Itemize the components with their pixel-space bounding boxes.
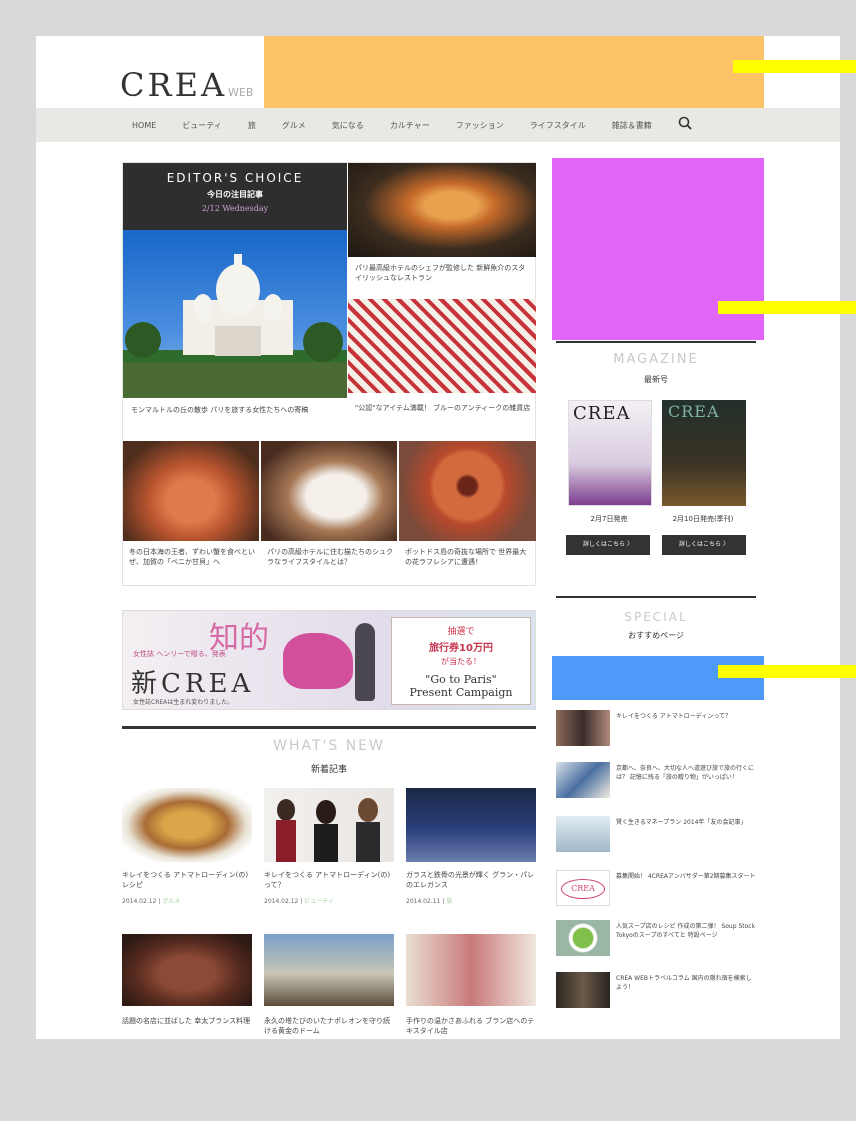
ec-caption-3[interactable]: "公認"なアイテム満載！ ブルーのアンティークの雑貨店	[355, 403, 531, 413]
banner-note: 女性誌CREAは生まれ変わりました。	[133, 699, 234, 706]
special-thumb	[556, 710, 610, 746]
banner-tagline: 女性誌 ヘンリーで贈る、発表	[133, 650, 226, 658]
whats-new-rule	[122, 726, 536, 729]
crea-logo-thumb: CREA	[556, 870, 610, 906]
wn-photo-2[interactable]	[264, 788, 394, 862]
wn-date-1: 2014.02.12 | グルメ	[122, 898, 181, 905]
special-subtitle: おすすめページ	[628, 631, 684, 640]
editors-choice-title: EDITOR'S CHOICE	[166, 171, 304, 185]
model-figure	[355, 623, 375, 701]
wn-caption-1[interactable]: キレイをつくる アトマトローディン(の) レシピ	[122, 870, 254, 890]
ec-caption-2[interactable]: パリ最高級ホテルのシェフが監修した 新鮮魚介のスタイリッシュなレストラン	[355, 263, 531, 283]
wn-photo-6[interactable]	[406, 934, 536, 1006]
special-item[interactable]: CREA WEBトラベルコラム 国内の隠れ宿を検索しよう！	[556, 972, 756, 1014]
wn-photo-3[interactable]	[406, 788, 536, 862]
special-item-text: 人気スープ店のレシピ 作成の第二弾！ Soup Stock Tokyoのスープの…	[616, 923, 756, 939]
ec-caption-4[interactable]: 冬の日本海の王者、ずわい蟹を食べといぜ、加賀の「ベニか甘貝」へ	[129, 547, 255, 567]
nav-item-travel[interactable]: 旅	[248, 120, 256, 131]
special-advertisement[interactable]	[552, 656, 764, 700]
whats-new-title: WHAT'S NEW	[273, 738, 385, 754]
special-item-text: 賢く生きるマネープラン 2014年「友の会記事」	[616, 819, 747, 826]
ec-caption-1[interactable]: モンマルトルの丘の散歩 パリを旅する女性たちへの寄稿	[131, 405, 343, 415]
release-date-2: 2月10日発売(季刊)	[672, 515, 734, 523]
special-item[interactable]: キレイをつくる アトマトローディンって？	[556, 710, 756, 752]
antique-textile-photo[interactable]	[348, 299, 536, 393]
whats-new-subtitle: 新着記事	[310, 765, 347, 775]
special-item[interactable]: CREA 募集開始！ 4CREAアンバサダー第2期募集スタート	[556, 870, 756, 912]
details-button-1[interactable]: 詳しくはこちら 〉	[566, 535, 650, 555]
editors-choice-subtitle: 今日の注目記事	[207, 190, 263, 199]
sacre-coeur-photo[interactable]	[123, 230, 347, 398]
search-icon[interactable]	[678, 116, 692, 134]
wn-photo-5[interactable]	[264, 934, 394, 1006]
special-thumb	[556, 762, 610, 798]
nav-item-gourmet[interactable]: グルメ	[282, 120, 306, 131]
page: CREAWEB HOME ビューティ 旅 グルメ 気になる カルチャー ファッシ…	[36, 36, 840, 1039]
special-item[interactable]: 人気スープ店のレシピ 作成の第二弾！ Soup Stock Tokyoのスープの…	[556, 920, 756, 962]
special-title: SPECIAL	[624, 610, 688, 624]
special-item-text: CREA WEBトラベルコラム 国内の隠れ宿を検索しよう！	[616, 975, 752, 991]
wn-caption-6[interactable]: 手作りの温かさあふれる ブラン店へのテキスタイル店	[406, 1016, 538, 1036]
nav-item-fashion[interactable]: ファッション	[456, 120, 504, 131]
nav-item-home[interactable]: HOME	[132, 121, 156, 130]
pink-horse-illustration	[283, 633, 353, 689]
wn-caption-2[interactable]: キレイをつくる アトマトローディン(の) って？	[264, 870, 396, 890]
marker-bar-top	[733, 60, 856, 73]
wn-photo-1[interactable]	[122, 788, 252, 862]
special-item-text: 募集開始！ 4CREAアンバサダー第2期募集スタート	[616, 873, 756, 880]
marker-bar-bottom	[718, 665, 856, 678]
magazine-rule	[556, 341, 756, 343]
crea-cover-latest[interactable]: CREA	[568, 400, 652, 506]
release-date-1: 2月7日発売	[590, 515, 628, 523]
top-advertisement[interactable]	[264, 36, 764, 112]
magazine-title: MAGAZINE	[613, 352, 699, 367]
wn-caption-4[interactable]: 話題の名店に並ばした 幸太ブランス料理	[122, 1016, 254, 1026]
cat-photo[interactable]	[261, 441, 397, 541]
wn-caption-3[interactable]: ガラスと鉄骨の光景が輝く グラン・パレのエレガンス	[406, 870, 538, 890]
special-thumb	[556, 972, 610, 1008]
wn-date-3: 2014.02.11 | 旅	[406, 898, 453, 905]
crea-cover-seasonal[interactable]: CREA	[662, 400, 746, 506]
nav-item-beauty[interactable]: ビューティ	[182, 120, 222, 131]
wn-caption-5[interactable]: 永久の塔たびのいたナポレオンを守り続ける黄金のドーム	[264, 1016, 396, 1036]
special-item[interactable]: 京都へ、奈良へ、大切な人へ道遊び旅で旅の行くには？ 記憶に残る「旅の贈り物」がい…	[556, 762, 756, 804]
main-nav: HOME ビューティ 旅 グルメ 気になる カルチャー ファッション ライフスタ…	[36, 108, 840, 142]
special-item-text: キレイをつくる アトマトローディンって？	[616, 713, 732, 720]
details-button-2[interactable]: 詳しくはこちら 〉	[662, 535, 746, 555]
editors-choice-date: 2/12 Wednesday	[201, 204, 269, 213]
wn-date-2: 2014.02.12 | ビューティ	[264, 898, 334, 905]
new-crea-campaign-banner[interactable]: 知的 女性誌 ヘンリーで贈る、発表 新CREA 女性誌CREAは生まれ変わりまし…	[122, 610, 536, 710]
crea-logo[interactable]: CREAWEB	[120, 66, 253, 104]
banner-brand: 新CREA	[131, 669, 255, 699]
nav-item-lifestyle[interactable]: ライフスタイル	[530, 120, 586, 131]
magazine-subtitle: 最新号	[644, 375, 668, 384]
nav-item-interest[interactable]: 気になる	[332, 120, 364, 131]
special-rule	[556, 596, 756, 598]
ec-caption-6[interactable]: ポットドス島の奇抜な場所で 世界最大の花ラフレシアに遭遇！	[405, 547, 531, 567]
campaign-box: 抽選で 旅行券10万円 が当たる！ "Go to Paris" Present …	[391, 617, 531, 705]
restaurant-dish-photo[interactable]	[348, 163, 536, 257]
editors-choice-header: EDITOR'S CHOICE 今日の注目記事 2/12 Wednesday	[123, 163, 347, 230]
rafflesia-photo[interactable]	[399, 441, 536, 541]
special-thumb	[556, 920, 610, 956]
marker-bar-middle	[718, 301, 856, 314]
special-item[interactable]: 賢く生きるマネープラン 2014年「友の会記事」	[556, 816, 756, 858]
nav-item-culture[interactable]: カルチャー	[390, 120, 430, 131]
ec-caption-5[interactable]: パリの高級ホテルに住む猫たちのシュクラなライフスタイルとは？	[267, 547, 393, 567]
crab-photo[interactable]	[123, 441, 259, 541]
nav-item-magazines[interactable]: 雑誌＆書籍	[612, 120, 652, 131]
editors-choice: EDITOR'S CHOICE 今日の注目記事 2/12 Wednesday モ…	[122, 162, 536, 586]
special-thumb	[556, 816, 610, 852]
wn-photo-4[interactable]	[122, 934, 252, 1006]
special-item-text: 京都へ、奈良へ、大切な人へ道遊び旅で旅の行くには？ 記憶に残る「旅の贈り物」がい…	[616, 765, 755, 781]
